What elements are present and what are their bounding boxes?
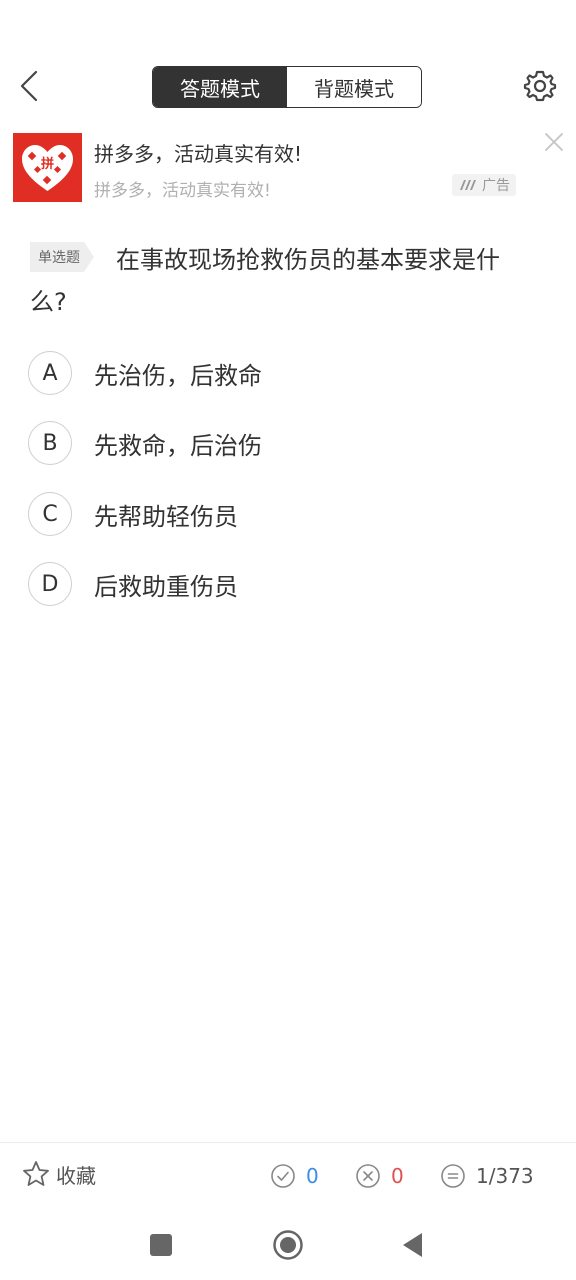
- option-letter-a: A: [28, 351, 72, 395]
- option-letter-c: C: [28, 492, 72, 536]
- mode-switch: 答题模式 背题模式: [152, 66, 422, 108]
- ad-badge: 广告: [452, 174, 516, 196]
- bottom-divider: [0, 1142, 576, 1143]
- nav-back-button[interactable]: [400, 1231, 426, 1259]
- triangle-back-icon: [403, 1233, 422, 1257]
- x-circle-icon: [356, 1164, 380, 1188]
- tab-answer-mode[interactable]: 答题模式: [153, 67, 287, 107]
- favorite-button[interactable]: 收藏: [22, 1158, 96, 1190]
- pinduoduo-logo-icon: 拼: [22, 145, 73, 191]
- question-type-tag: 单选题: [30, 242, 94, 272]
- option-c[interactable]: C 先帮助轻伤员: [28, 490, 548, 538]
- question-text-line1: 在事故现场抢救伤员的基本要求是什: [116, 246, 500, 274]
- back-button[interactable]: [14, 68, 48, 104]
- ad-close-button[interactable]: [542, 130, 566, 154]
- wrong-count-stat[interactable]: 0: [355, 1160, 404, 1192]
- progress-count: 1/373: [476, 1164, 534, 1188]
- favorite-label: 收藏: [56, 1163, 96, 1188]
- wrong-count: 0: [391, 1164, 404, 1188]
- home-circle-icon: [273, 1230, 303, 1260]
- list-circle-icon: [441, 1164, 465, 1188]
- option-a[interactable]: A 先治伤，后救命: [28, 349, 548, 397]
- star-icon: [23, 1161, 49, 1186]
- option-text-d: 后救助重伤员: [94, 572, 238, 601]
- check-circle-icon: [271, 1164, 295, 1188]
- question-text-line2: 么?: [30, 288, 67, 316]
- option-text-a: 先治伤，后救命: [94, 361, 262, 390]
- option-text-b: 先救命，后治伤: [94, 431, 262, 460]
- option-b[interactable]: B 先救命，后治伤: [28, 419, 548, 467]
- svg-text:拼: 拼: [41, 156, 54, 172]
- close-icon: [545, 133, 563, 151]
- ad-badge-label: 广告: [482, 178, 510, 194]
- option-letter-d: D: [28, 562, 72, 606]
- correct-count-stat[interactable]: 0: [270, 1160, 319, 1192]
- correct-count: 0: [306, 1164, 319, 1188]
- option-text-c: 先帮助轻伤员: [94, 502, 238, 531]
- ad-subtitle[interactable]: 拼多多，活动真实有效!: [94, 176, 271, 201]
- progress-stat[interactable]: 1/373: [440, 1160, 534, 1192]
- ad-logo[interactable]: 拼: [13, 133, 82, 202]
- ad-mark-icon: [460, 180, 476, 190]
- gear-icon: [523, 70, 557, 102]
- option-d[interactable]: D 后救助重伤员: [28, 560, 548, 608]
- option-letter-b: B: [28, 421, 72, 465]
- home-button[interactable]: [272, 1229, 304, 1261]
- recent-apps-button[interactable]: [150, 1234, 172, 1256]
- tab-memorize-mode[interactable]: 背题模式: [287, 67, 421, 107]
- ad-title[interactable]: 拼多多，活动真实有效!: [94, 138, 302, 167]
- chevron-left-icon: [20, 70, 38, 102]
- settings-button[interactable]: [522, 68, 558, 104]
